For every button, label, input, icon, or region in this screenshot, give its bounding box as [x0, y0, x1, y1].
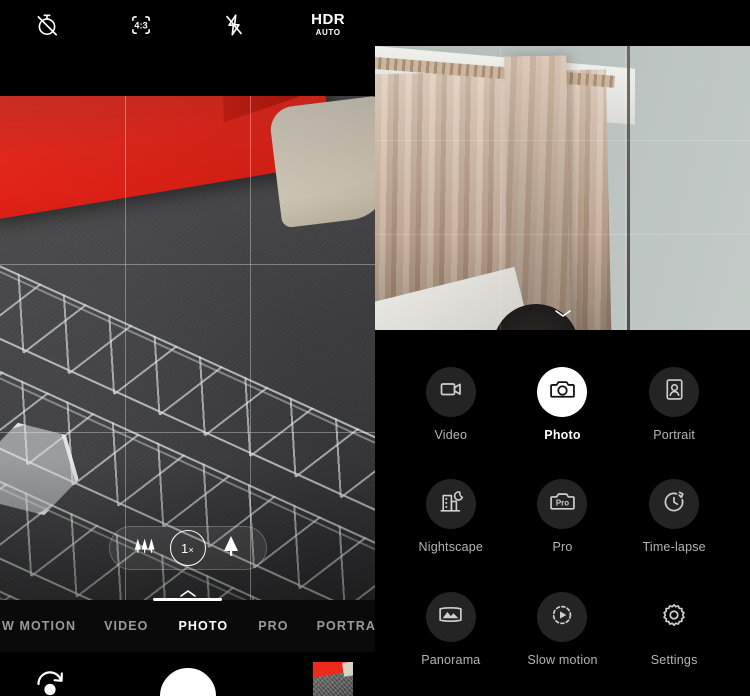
mode-option-portrait[interactable]: Portrait	[618, 366, 730, 442]
camera-bottom-bar	[0, 652, 375, 696]
video-camera-icon	[438, 376, 464, 407]
gallery-thumbnail-image	[313, 662, 353, 696]
camera-top-toolbar: 4:3 HDR AUTO	[0, 0, 375, 96]
shutter-button[interactable]	[155, 664, 220, 696]
mode-option-photo[interactable]: Photo	[507, 366, 619, 442]
mode-label-photo: Photo	[544, 427, 581, 442]
viewfinder-scene-image	[0, 96, 375, 600]
slow-motion-icon-wrap	[537, 592, 588, 643]
zoom-tele-button[interactable]	[208, 531, 254, 565]
time-lapse-icon	[661, 489, 687, 520]
active-mode-indicator	[153, 598, 222, 601]
mode-option-slow-motion[interactable]: Slow motion	[507, 592, 619, 667]
timer-off-icon	[34, 12, 60, 38]
gear-icon	[660, 601, 688, 634]
svg-text:4:3: 4:3	[134, 21, 147, 31]
tree-tele-icon	[221, 535, 241, 562]
mode-option-time-lapse[interactable]: Time-lapse	[618, 479, 730, 554]
hdr-auto-label: AUTO	[315, 28, 341, 37]
mode-option-settings[interactable]: Settings	[618, 592, 730, 667]
mode-option-pro[interactable]: Pro Pro	[507, 479, 619, 554]
gallery-thumbnail-button[interactable]	[313, 662, 353, 696]
mode-option-panorama[interactable]: Panorama	[395, 592, 507, 667]
panorama-icon	[437, 601, 464, 633]
mode-label-panorama: Panorama	[421, 653, 481, 668]
mode-tab-slow-motion[interactable]: W MOTION	[2, 619, 76, 633]
camera-viewfinder-pane: 4:3 HDR AUTO 1× W MOTION VIDEO PHOTO PRO…	[0, 0, 375, 696]
nightscape-icon	[438, 489, 464, 520]
slow-motion-icon	[549, 602, 575, 633]
hdr-button[interactable]: HDR AUTO	[281, 12, 375, 52]
mode-label-pro: Pro	[552, 540, 573, 555]
mode-grid: Video Photo Portrait Nightscape Pro Pro …	[375, 330, 750, 696]
hdr-label: HDR	[311, 11, 346, 28]
camera-app-screen: 4:3 HDR AUTO 1× W MOTION VIDEO PHOTO PRO…	[0, 0, 750, 696]
mode-tab-photo[interactable]: PHOTO	[178, 619, 228, 633]
camera-flip-button[interactable]	[30, 662, 70, 696]
mode-label-portrait: Portrait	[653, 427, 696, 442]
viewfinder-vignette	[0, 96, 375, 600]
mode-label-video: Video	[434, 427, 468, 442]
mode-option-nightscape[interactable]: Nightscape	[395, 479, 507, 554]
portrait-icon-wrap	[649, 366, 700, 417]
panorama-icon-wrap	[425, 592, 476, 643]
timer-button[interactable]	[0, 12, 94, 52]
svg-text:Pro: Pro	[556, 499, 569, 508]
pro-camera-icon-wrap: Pro	[537, 479, 588, 530]
wall-seam	[627, 46, 630, 330]
collapse-modes-button[interactable]	[554, 306, 572, 324]
mode-tab-pro[interactable]: PRO	[258, 619, 288, 633]
camera-flip-icon	[30, 671, 70, 696]
mode-tab-portrait[interactable]: PORTRAIT	[317, 619, 375, 633]
portrait-icon	[662, 377, 687, 407]
camera-icon	[549, 376, 576, 408]
flash-off-icon	[221, 12, 247, 38]
aspect-ratio-icon: 4:3	[128, 12, 154, 38]
viewfinder-preview[interactable]	[0, 96, 375, 600]
zoom-level-label: 1×	[181, 540, 194, 556]
flash-button[interactable]	[188, 12, 282, 52]
video-camera-icon-wrap	[425, 366, 476, 417]
mode-label-slow-motion: Slow motion	[527, 653, 598, 668]
time-lapse-icon-wrap	[649, 479, 700, 530]
mode-label-nightscape: Nightscape	[418, 540, 484, 555]
aspect-ratio-button[interactable]: 4:3	[94, 12, 188, 52]
zoom-control[interactable]: 1×	[108, 526, 267, 570]
gear-icon-wrap	[649, 592, 699, 642]
mode-option-video[interactable]: Video	[395, 366, 507, 442]
mode-label-time-lapse: Time-lapse	[642, 540, 706, 555]
mode-selector-pane: Video Photo Portrait Nightscape Pro Pro …	[375, 0, 750, 696]
zoom-wide-button[interactable]	[122, 531, 168, 565]
trees-wide-icon	[133, 537, 157, 560]
mode-strip: W MOTION VIDEO PHOTO PRO PORTRAIT	[0, 598, 375, 652]
chevron-down-icon	[554, 306, 572, 323]
mode-label-settings: Settings	[650, 653, 698, 668]
secondary-viewfinder-preview[interactable]	[375, 46, 750, 330]
zoom-level-button[interactable]: 1×	[169, 530, 206, 566]
mode-tab-video[interactable]: VIDEO	[104, 619, 148, 633]
camera-icon-wrap	[537, 366, 588, 417]
pro-camera-icon: Pro	[549, 488, 576, 520]
nightscape-icon-wrap	[425, 479, 476, 530]
